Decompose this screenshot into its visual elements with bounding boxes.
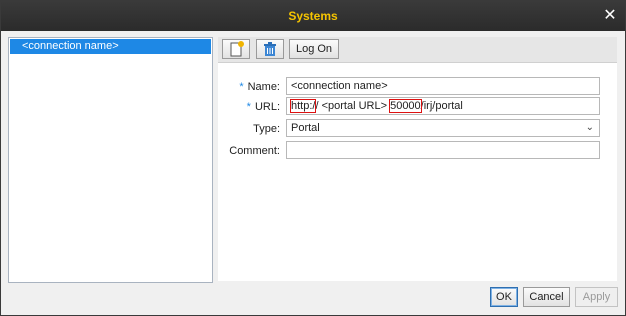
dialog-title: Systems [288,9,338,23]
url-label: * URL: [246,101,280,113]
comment-field[interactable] [286,141,600,159]
apply-button[interactable]: Apply [575,287,618,307]
name-field[interactable]: <connection name> [286,77,600,95]
connections-list: <connection name> [8,37,213,283]
list-item[interactable]: <connection name> [10,39,211,54]
new-document-icon [230,41,244,57]
chevron-down-icon: ⌄ [585,122,594,133]
required-marker: * [239,81,244,93]
systems-dialog: Systems ✕ <connection name> Log On * Nam… [0,0,626,316]
comment-label: Comment: [229,145,280,157]
delete-connection-button[interactable] [256,39,284,59]
details-panel: Log On * Name: <connection name> * URL: ht… [218,37,617,281]
url-field[interactable]: http:// <portal URL> 50000/irj/portal [286,97,600,115]
type-select[interactable]: Portal ⌄ [286,119,600,137]
title-bar: Systems ✕ [1,1,625,31]
url-port: 50000 [389,99,422,113]
toolbar: Log On [218,37,617,63]
cancel-button[interactable]: Cancel [523,287,570,307]
close-icon[interactable]: ✕ [601,7,619,25]
url-protocol: http:/ [289,99,317,113]
log-on-button[interactable]: Log On [289,39,339,59]
type-label: Type: [253,123,280,135]
name-label: * Name: [239,81,280,93]
trash-icon [264,42,276,56]
new-connection-button[interactable] [222,39,250,59]
required-marker: * [246,101,251,113]
ok-button[interactable]: OK [490,287,518,307]
